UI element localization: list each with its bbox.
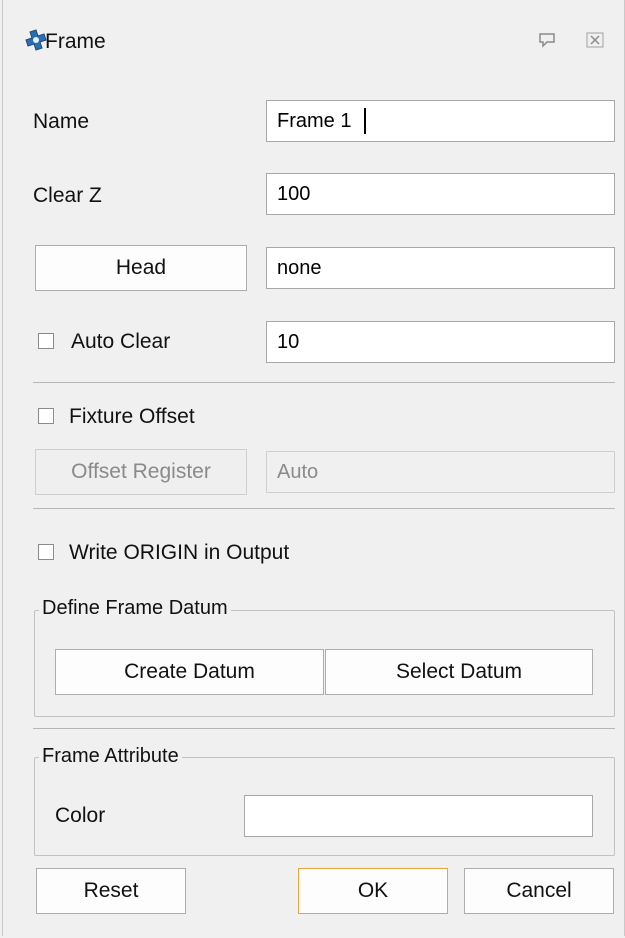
write-origin-label: Write ORIGIN in Output — [69, 541, 290, 564]
name-field[interactable]: Frame 1 — [266, 100, 615, 142]
head-field[interactable]: none — [266, 247, 615, 289]
separator — [33, 728, 615, 729]
auto-clear-label: Auto Clear — [71, 330, 171, 353]
ok-button[interactable]: OK — [298, 868, 448, 914]
cancel-button[interactable]: Cancel — [464, 868, 614, 914]
fixture-offset-label: Fixture Offset — [69, 405, 195, 428]
reset-button[interactable]: Reset — [36, 868, 186, 914]
auto-clear-checkbox[interactable] — [38, 333, 54, 349]
offset-register-field[interactable]: Auto — [266, 451, 615, 493]
clear-z-label: Clear Z — [33, 184, 102, 207]
color-field[interactable] — [244, 795, 593, 837]
name-label: Name — [33, 110, 90, 133]
color-label: Color — [55, 804, 106, 827]
window-title: Frame — [45, 30, 106, 53]
offset-register-button[interactable]: Offset Register — [35, 449, 247, 495]
frame-dialog: Frame Name Frame 1 Clear Z 100 Head none… — [2, 0, 625, 936]
select-datum-button[interactable]: Select Datum — [325, 649, 593, 695]
auto-clear-field[interactable]: 10 — [266, 321, 615, 363]
create-datum-button[interactable]: Create Datum — [55, 649, 324, 695]
close-icon[interactable] — [585, 31, 605, 49]
head-button[interactable]: Head — [35, 245, 247, 291]
clear-z-field[interactable]: 100 — [266, 173, 615, 215]
write-origin-checkbox[interactable] — [38, 544, 54, 560]
pin-icon[interactable] — [537, 31, 557, 49]
frame-attribute-title: Frame Attribute — [39, 745, 182, 768]
separator — [33, 508, 615, 509]
separator — [33, 382, 615, 383]
text-caret — [364, 108, 366, 134]
define-frame-datum-title: Define Frame Datum — [39, 597, 231, 620]
fixture-offset-checkbox[interactable] — [38, 408, 54, 424]
